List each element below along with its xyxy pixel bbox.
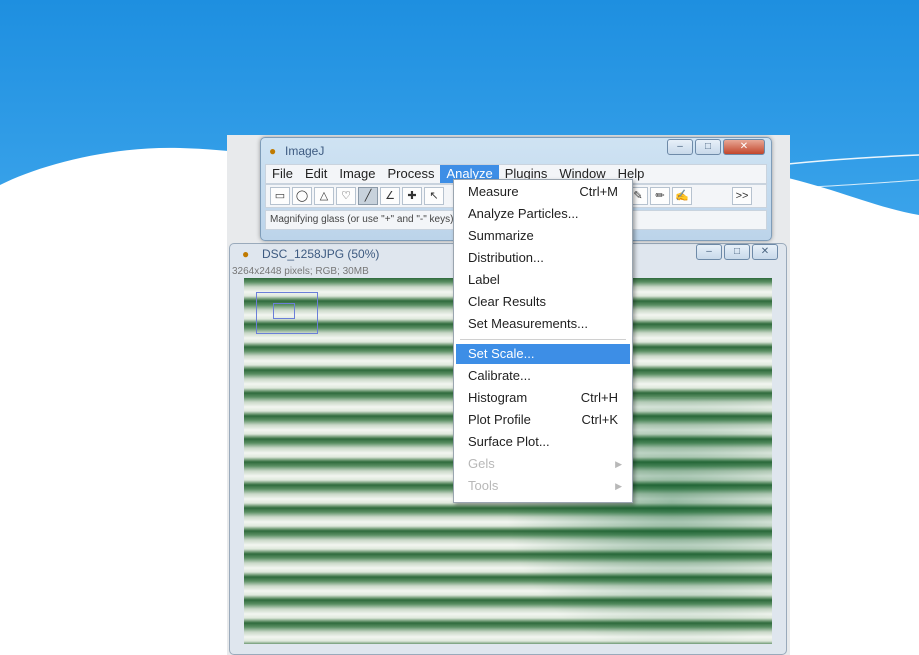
image-window-icon: ● [242,247,250,261]
close-icon[interactable]: ✕ [723,139,765,155]
submenu-arrow-icon: ▶ [615,459,622,469]
angle-tool-icon[interactable]: ∠ [380,187,400,205]
wand-tool-icon[interactable]: ↖ [424,187,444,205]
brush-tool-icon[interactable]: ✏ [650,187,670,205]
menu-item-histogram[interactable]: Histogram Ctrl+H [456,388,630,408]
navigator-box [256,292,318,334]
menu-item-gels[interactable]: Gels ▶ [456,454,630,474]
window-controls: – □ ✕ [667,139,765,155]
menu-item-analyze-particles[interactable]: Analyze Particles... [456,204,630,224]
minimize-icon[interactable]: – [667,139,693,155]
menu-item-clear-results[interactable]: Clear Results [456,292,630,312]
menu-item-tools[interactable]: Tools ▶ [456,476,630,496]
point-tool-icon[interactable]: ✚ [402,187,422,205]
menu-item-summarize[interactable]: Summarize [456,226,630,246]
menu-item-distribution[interactable]: Distribution... [456,248,630,268]
more-tools-button[interactable]: >> [732,187,752,205]
menu-item-set-measurements[interactable]: Set Measurements... [456,314,630,334]
submenu-arrow-icon: ▶ [615,481,622,491]
menu-edit[interactable]: Edit [299,165,333,183]
menu-item-set-scale[interactable]: Set Scale... [456,344,630,364]
menu-file[interactable]: File [266,165,299,183]
maximize-icon[interactable]: □ [695,139,721,155]
rectangle-tool-icon[interactable]: ▭ [270,187,290,205]
minimize-icon[interactable]: – [696,244,722,260]
analyze-menu-dropdown: Measure Ctrl+M Analyze Particles... Summ… [453,179,633,503]
oval-tool-icon[interactable]: ◯ [292,187,312,205]
image-info: 3264x2448 pixels; RGB; 30MB [232,266,369,277]
maximize-icon[interactable]: □ [724,244,750,260]
menu-item-surface-plot[interactable]: Surface Plot... [456,432,630,452]
menu-item-measure[interactable]: Measure Ctrl+M [456,182,630,202]
menu-process[interactable]: Process [382,165,441,183]
image-window-controls: – □ ✕ [696,244,778,260]
menu-item-calibrate[interactable]: Calibrate... [456,366,630,386]
dropper-tool-icon[interactable]: ✍ [672,187,692,205]
polygon-tool-icon[interactable]: △ [314,187,334,205]
image-window-title: DSC_1258JPG (50%) [262,247,380,261]
window-title: ImageJ [285,144,325,158]
close-icon[interactable]: ✕ [752,244,778,260]
navigator-viewport [273,303,295,319]
freehand-tool-icon[interactable]: ♡ [336,187,356,205]
imagej-screenshot: ● DSC_1258JPG (50%) – □ ✕ 3264x2448 pixe… [227,135,790,655]
imagej-app-icon: ● [269,144,277,158]
line-tool-icon[interactable]: ╱ [358,187,378,205]
menu-item-plot-profile[interactable]: Plot Profile Ctrl+K [456,410,630,430]
menu-item-label[interactable]: Label [456,270,630,290]
menu-image[interactable]: Image [333,165,381,183]
menu-separator [460,339,626,340]
